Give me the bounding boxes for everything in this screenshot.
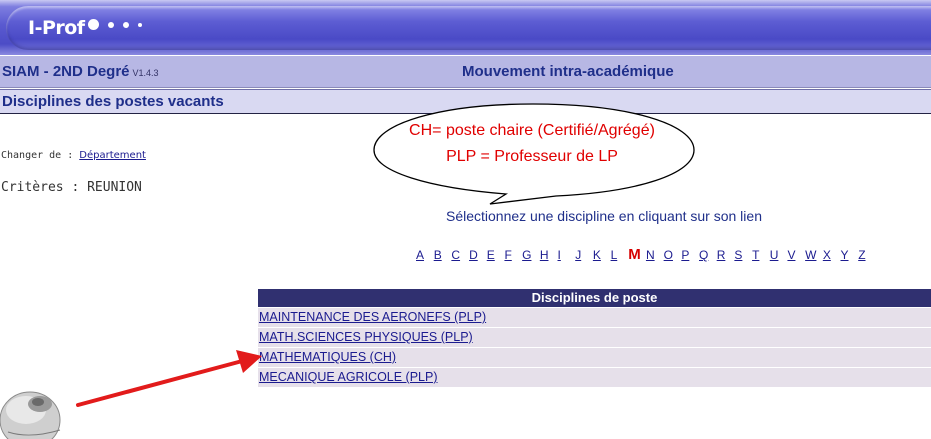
mouse-icon <box>0 391 61 439</box>
departement-link[interactable]: Département <box>79 150 146 161</box>
letter-z-link[interactable]: Z <box>858 248 876 262</box>
letter-v-link[interactable]: V <box>787 248 805 262</box>
letter-c-link[interactable]: C <box>451 248 469 262</box>
page-title: Disciplines des postes vacants <box>2 93 224 110</box>
top-banner: I-Prof <box>0 0 931 55</box>
letter-w-link[interactable]: W <box>805 248 823 262</box>
letter-d-link[interactable]: D <box>469 248 487 262</box>
change-label: Changer de : <box>1 150 74 161</box>
pointer-decoration <box>0 350 262 439</box>
letter-r-link[interactable]: R <box>717 248 735 262</box>
letter-h-link[interactable]: H <box>540 248 558 262</box>
callout-line-2: PLP = Professeur de LP <box>446 148 618 165</box>
letter-a-link[interactable]: A <box>416 248 434 262</box>
alphabet-index: ABCDEFGHIJKLMNOPQRSTUVWXYZ <box>416 246 876 263</box>
table-header: Disciplines de poste <box>258 289 931 307</box>
letter-y-link[interactable]: Y <box>841 248 859 262</box>
letter-n-link[interactable]: N <box>646 248 664 262</box>
letter-t-link[interactable]: T <box>752 248 770 262</box>
letter-x-link[interactable]: X <box>823 248 841 262</box>
dot-icon <box>138 22 142 27</box>
letter-e-link[interactable]: E <box>487 248 505 262</box>
callout-line-1: CH= poste chaire (Certifié/Agrégé) <box>409 122 655 139</box>
letter-u-link[interactable]: U <box>770 248 788 262</box>
table-row: MECANIQUE AGRICOLE (PLP) <box>258 368 931 387</box>
table-row: MATH.SCIENCES PHYSIQUES (PLP) <box>258 328 931 347</box>
dot-icon <box>108 21 114 28</box>
discipline-link[interactable]: MAINTENANCE DES AERONEFS (PLP) <box>259 310 486 324</box>
letter-m-link: M <box>628 246 641 263</box>
app-version: V1.4.3 <box>132 68 159 78</box>
letter-g-link[interactable]: G <box>522 248 540 262</box>
app-titlebar: SIAM - 2ND Degré V1.4.3 Mouvement intra-a… <box>0 56 931 88</box>
letter-q-link[interactable]: Q <box>699 248 717 262</box>
brand-logo: I-Prof <box>28 17 85 39</box>
dot-icon <box>123 21 129 28</box>
letter-k-link[interactable]: K <box>593 248 611 262</box>
letter-o-link[interactable]: O <box>664 248 682 262</box>
criteria-text: Critères : REUNION <box>1 180 142 195</box>
app-module-title: Mouvement intra-académique <box>462 63 674 80</box>
letter-s-link[interactable]: S <box>734 248 752 262</box>
banner-pill <box>6 6 931 50</box>
letter-j-link[interactable]: J <box>575 248 593 262</box>
brand-dots-icon <box>88 19 142 30</box>
letter-i-link[interactable]: I <box>558 248 576 262</box>
disciplines-table: Disciplines de poste MAINTENANCE DES AER… <box>258 289 931 387</box>
letter-p-link[interactable]: P <box>681 248 699 262</box>
table-row: MAINTENANCE DES AERONEFS (PLP) <box>258 308 931 327</box>
app-name: SIAM - 2ND Degré V1.4.3 <box>2 63 159 80</box>
letter-b-link[interactable]: B <box>434 248 452 262</box>
letter-l-link[interactable]: L <box>611 248 629 262</box>
letter-f-link[interactable]: F <box>504 248 522 262</box>
instruction-text: Sélectionnez une discipline en cliquant … <box>446 208 762 224</box>
app-name-text: SIAM - 2ND Degré <box>2 63 130 80</box>
change-filter: Changer de : Département <box>1 150 146 161</box>
dot-icon <box>88 19 99 30</box>
table-row: MATHEMATIQUES (CH) <box>258 348 931 367</box>
arrow-icon <box>76 350 262 407</box>
